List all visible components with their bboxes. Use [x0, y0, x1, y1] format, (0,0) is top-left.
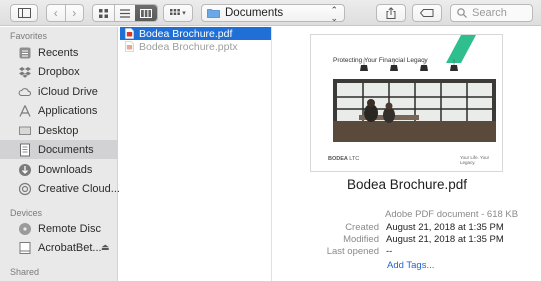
icloud-icon	[18, 85, 32, 99]
meta-label-modified: Modified	[343, 234, 379, 245]
file-item-pptx[interactable]: Bodea Brochure.pptx	[120, 40, 271, 53]
meta-label-last-opened: Last opened	[326, 246, 379, 257]
sidebar-item-downloads[interactable]: Downloads	[0, 160, 118, 179]
tag-icon	[420, 9, 434, 17]
sidebar-item-documents[interactable]: Documents	[0, 140, 118, 159]
applications-icon	[18, 104, 32, 118]
meta-value-last-opened: --	[386, 246, 393, 257]
view-mode-segment	[92, 4, 158, 22]
sidebar-item-label: Applications	[38, 104, 98, 117]
folder-icon	[207, 9, 220, 18]
sidebar-item-applications[interactable]: Applications	[0, 101, 118, 120]
thumbnail-brand-suffix: LTC	[349, 156, 360, 162]
path-popup[interactable]: Documents ⌃ ⌄	[201, 4, 345, 23]
sidebar-section-shared: Shared	[10, 267, 40, 277]
forward-button[interactable]: ›	[66, 6, 84, 20]
chevron-left-icon: ‹	[53, 6, 58, 20]
sidebar-item-label: Desktop	[38, 124, 79, 137]
meta-label-created: Created	[345, 222, 379, 233]
meta-value-modified: August 21, 2018 at 1:35 PM	[386, 234, 504, 245]
sidebar-item-label: AcrobatBet...	[38, 241, 102, 254]
thumbnail-brand: BODEA LTC	[328, 156, 359, 162]
search-field[interactable]: Search	[450, 4, 533, 22]
meta-value-created: August 21, 2018 at 1:35 PM	[386, 222, 504, 233]
group-grid-icon	[170, 8, 181, 15]
thumbnail-brand-name: BODEA	[328, 156, 348, 162]
chevron-right-icon: ›	[72, 6, 77, 20]
thumbnail-title: Protecting Your Financial Legacy	[333, 57, 428, 64]
file-item-pdf[interactable]: Bodea Brochure.pdf	[120, 27, 271, 40]
preview-pane: Protecting Your Financial Legacy BODEA L…	[273, 27, 541, 281]
sidebar-item-desktop[interactable]: Desktop	[0, 121, 118, 140]
sidebar-item-icloud-drive[interactable]: iCloud Drive	[0, 82, 118, 101]
documents-icon	[18, 143, 32, 157]
sidebar-item-dropbox[interactable]: Dropbox	[0, 62, 118, 81]
thumbnail-tagline: Your Life. Your Legacy.	[460, 155, 490, 165]
chevron-down-icon: ▾	[182, 10, 186, 17]
icon-view-button[interactable]	[93, 5, 114, 21]
desktop-icon	[18, 124, 32, 138]
add-tags-link[interactable]: Add Tags...	[387, 260, 434, 271]
sidebar-item-label: iCloud Drive	[38, 85, 98, 98]
search-icon	[457, 8, 467, 18]
preview-file-kind: Adobe PDF document - 618 KB	[385, 209, 519, 220]
disc-icon	[18, 222, 32, 236]
search-placeholder: Search	[472, 7, 507, 19]
toolbar: ‹ › ▾ Documents ⌃ ⌄ Search	[0, 0, 541, 26]
sidebar-toggle-icon	[17, 8, 31, 18]
pptx-file-icon	[125, 41, 134, 52]
sidebar-item-label: Dropbox	[38, 65, 80, 78]
icon-view-icon	[99, 8, 108, 18]
sidebar-item-label: Downloads	[38, 163, 93, 176]
document-thumbnail: Protecting Your Financial Legacy BODEA L…	[310, 34, 503, 172]
sidebar-toggle-button[interactable]	[10, 4, 38, 22]
sidebar: Favorites Recents Dropbox iCloud Drive A…	[0, 27, 120, 281]
file-name: Bodea Brochure.pdf	[139, 27, 233, 40]
creative-cloud-icon	[18, 182, 32, 196]
file-name: Bodea Brochure.pptx	[139, 40, 238, 53]
pdf-file-icon	[125, 28, 134, 39]
share-button[interactable]	[376, 4, 406, 22]
sidebar-item-label: Remote Disc	[38, 222, 101, 235]
sidebar-item-label: Creative Cloud...	[38, 182, 120, 195]
drive-icon	[18, 241, 32, 255]
share-icon	[386, 7, 396, 19]
dropbox-icon	[18, 65, 32, 79]
sidebar-item-remote-disc[interactable]: Remote Disc	[0, 219, 118, 238]
downloads-icon	[18, 163, 32, 177]
column-view-button[interactable]	[135, 5, 157, 21]
path-folder-label: Documents	[225, 7, 284, 19]
list-view-icon	[120, 8, 131, 18]
tags-button[interactable]	[412, 4, 442, 22]
group-by-button[interactable]: ▾	[163, 4, 193, 22]
list-view-button[interactable]	[115, 5, 135, 21]
sidebar-item-creative-cloud[interactable]: Creative Cloud...	[0, 179, 120, 198]
column-view-icon	[140, 8, 153, 18]
sidebar-section-favorites: Favorites	[10, 31, 48, 41]
eject-icon[interactable]: ⏏	[101, 242, 110, 253]
updown-chevron-icon: ⌃ ⌄	[330, 5, 338, 23]
sidebar-section-devices: Devices	[10, 208, 43, 218]
preview-file-name: Bodea Brochure.pdf	[346, 177, 468, 192]
history-segment: ‹ ›	[46, 4, 84, 22]
sidebar-item-recents[interactable]: Recents	[0, 43, 118, 62]
brochure-cover-image	[333, 35, 496, 142]
recents-icon	[18, 46, 32, 60]
sidebar-item-label: Recents	[38, 46, 79, 59]
file-column: Bodea Brochure.pdf Bodea Brochure.pptx	[119, 27, 272, 281]
sidebar-item-label: Documents	[38, 143, 94, 156]
back-button[interactable]: ‹	[47, 6, 65, 20]
